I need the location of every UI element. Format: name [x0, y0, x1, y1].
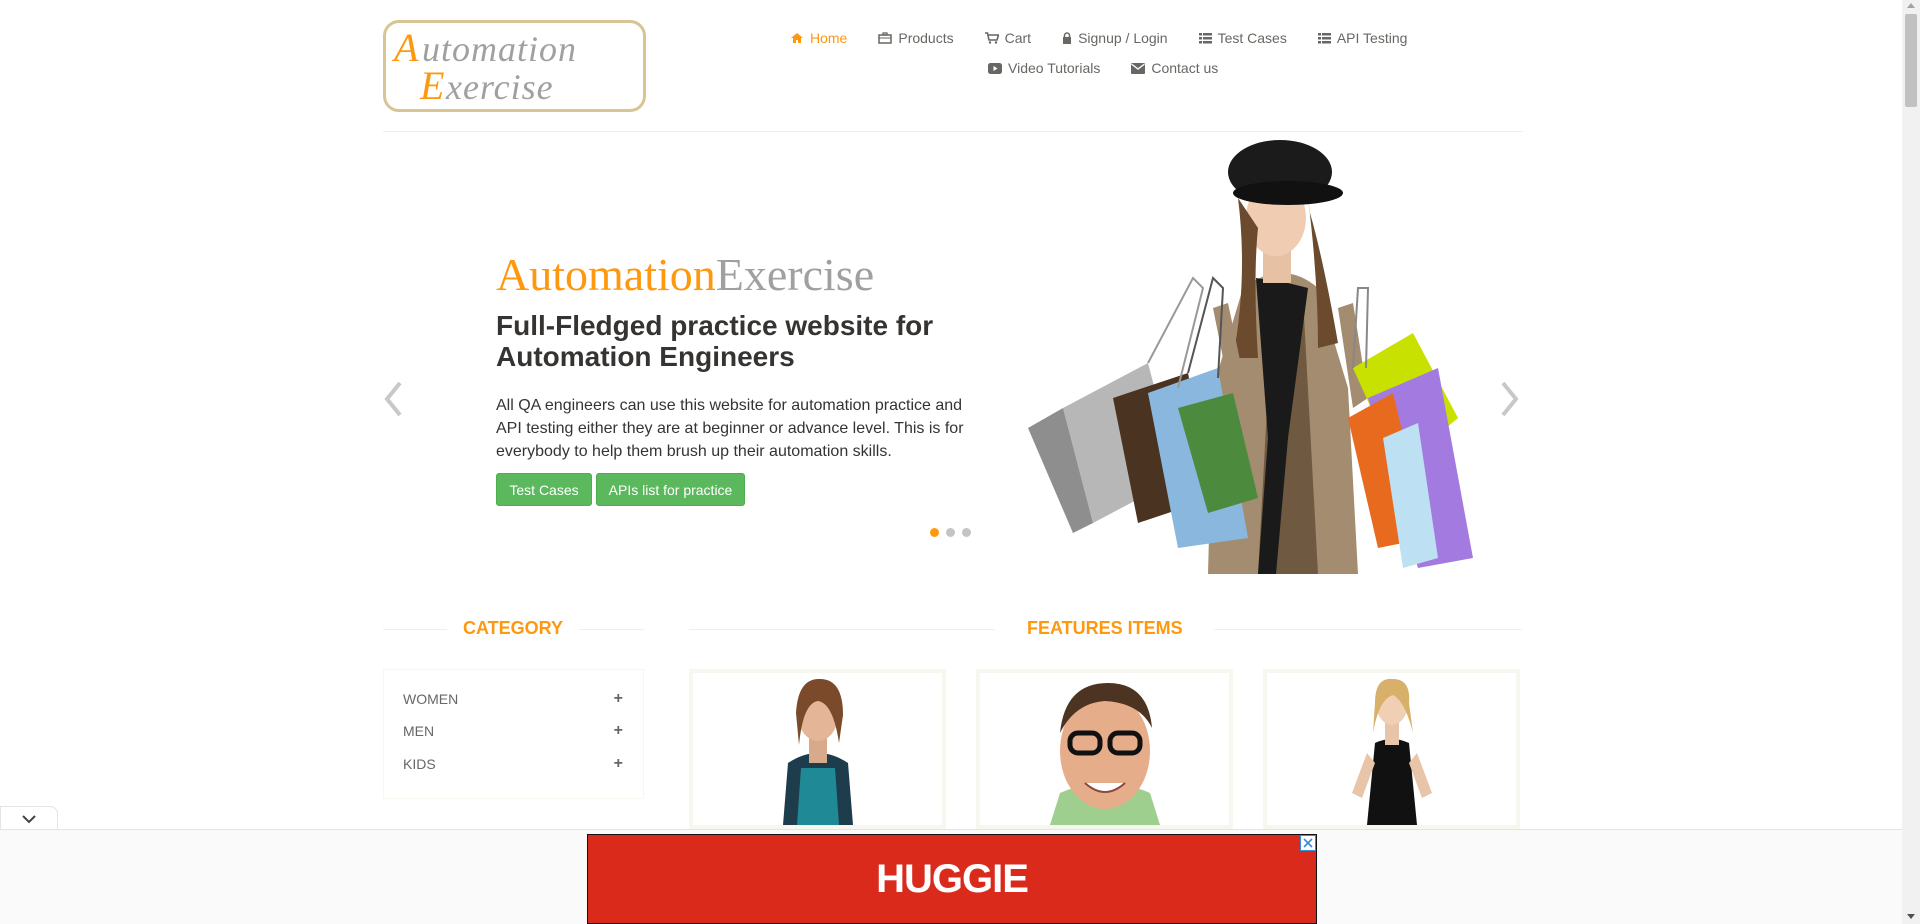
nav-label-signup-login: Signup / Login [1078, 30, 1168, 46]
category-title-line-right [579, 629, 644, 630]
chevron-right-icon [1501, 381, 1519, 417]
nav-home[interactable]: Home [790, 30, 847, 46]
vertical-scrollbar[interactable] [1902, 0, 1920, 924]
scroll-down-arrow[interactable] [1907, 914, 1915, 919]
features-title-line-left [689, 629, 995, 630]
svg-text:utomation: utomation [422, 29, 577, 69]
ad-brand-text: HUGGIE [876, 856, 1029, 901]
chevron-down-icon [22, 815, 36, 824]
nav-signup-login[interactable]: Signup / Login [1062, 30, 1168, 46]
slider-next-button[interactable] [1500, 380, 1520, 418]
chevron-left-icon [384, 381, 402, 417]
nav-label-api-testing: API Testing [1336, 30, 1408, 46]
nav-label-cart: Cart [1004, 30, 1032, 46]
header-divider [383, 131, 1523, 132]
hero-brand-title: AutomationExercise [496, 248, 874, 301]
hero-test-cases-button[interactable]: Test Cases [496, 473, 592, 506]
svg-text:A: A [391, 25, 419, 70]
envelope-icon [1131, 62, 1146, 74]
product-card[interactable] [976, 669, 1233, 829]
scrollbar-thumb[interactable] [1905, 14, 1917, 107]
product-image [1050, 683, 1160, 825]
plus-icon[interactable]: + [614, 690, 623, 708]
nav-api-testing[interactable]: API Testing [1317, 30, 1408, 46]
nav-label-test-cases: Test Cases [1217, 30, 1287, 46]
youtube-icon [988, 62, 1002, 74]
slider-prev-button[interactable] [383, 380, 403, 418]
nav-products[interactable]: Products [878, 30, 954, 46]
category-women[interactable]: WOMEN + [403, 690, 623, 708]
category-title: Category [463, 618, 564, 638]
category-men[interactable]: MEN + [403, 722, 623, 740]
nav-label-video-tutorials: Video Tutorials [1008, 60, 1101, 76]
page: A utomation E xercise Home Products Cart… [0, 0, 1920, 924]
category-kids-label: KIDS [403, 756, 436, 772]
list-icon [1317, 32, 1331, 43]
nav-label-home: Home [810, 30, 848, 46]
svg-text:E: E [419, 63, 444, 108]
nav-video-tutorials[interactable]: Video Tutorials [988, 60, 1100, 76]
product-image [783, 678, 853, 825]
slider-dot-1[interactable] [930, 528, 939, 537]
category-panel: WOMEN + MEN + KIDS + [383, 669, 644, 799]
features-title: Features Items [1027, 618, 1183, 638]
lock-icon [1063, 32, 1072, 44]
ad-collapse-toggle[interactable] [0, 806, 58, 830]
svg-text:xercise: xercise [445, 67, 554, 107]
hero-brand-part2: Exercise [715, 249, 875, 300]
hero-description: All QA engineers can use this website fo… [496, 397, 964, 460]
nav-contact-us[interactable]: Contact us [1131, 60, 1218, 76]
slider-dot-3[interactable] [962, 528, 971, 537]
cart-icon [984, 32, 999, 44]
nav-cart[interactable]: Cart [984, 30, 1032, 46]
category-men-label: MEN [403, 723, 435, 739]
plus-icon[interactable]: + [614, 755, 623, 773]
home-icon [791, 33, 803, 43]
scroll-up-arrow[interactable] [1907, 3, 1915, 8]
hero-heading: Full-Fledged practice website for Automa… [496, 310, 934, 372]
category-kids[interactable]: KIDS + [403, 755, 623, 773]
advertisement-banner[interactable]: HUGGIE [587, 834, 1317, 924]
product-image [1352, 678, 1432, 825]
nav-label-products: Products [898, 30, 954, 46]
slider-indicators [930, 528, 971, 537]
ad-close-button[interactable] [1300, 835, 1316, 851]
product-card[interactable] [1263, 669, 1520, 829]
product-card[interactable] [689, 669, 946, 829]
hero-apis-list-button[interactable]: APIs list for practice [596, 473, 745, 506]
site-logo[interactable]: A utomation E xercise [383, 20, 646, 112]
nav-test-cases[interactable]: Test Cases [1198, 30, 1287, 46]
list-icon [1198, 32, 1212, 43]
hero-image [1018, 138, 1503, 574]
features-title-line-right [1214, 629, 1522, 630]
hero-brand-part1: Automation [496, 249, 716, 300]
category-women-label: WOMEN [403, 691, 459, 707]
slider-dot-2[interactable] [946, 528, 955, 537]
plus-icon[interactable]: + [614, 722, 623, 740]
close-icon [1303, 838, 1313, 848]
briefcase-icon [878, 32, 893, 44]
category-title-line-left [383, 629, 447, 630]
nav-label-contact-us: Contact us [1151, 60, 1219, 76]
